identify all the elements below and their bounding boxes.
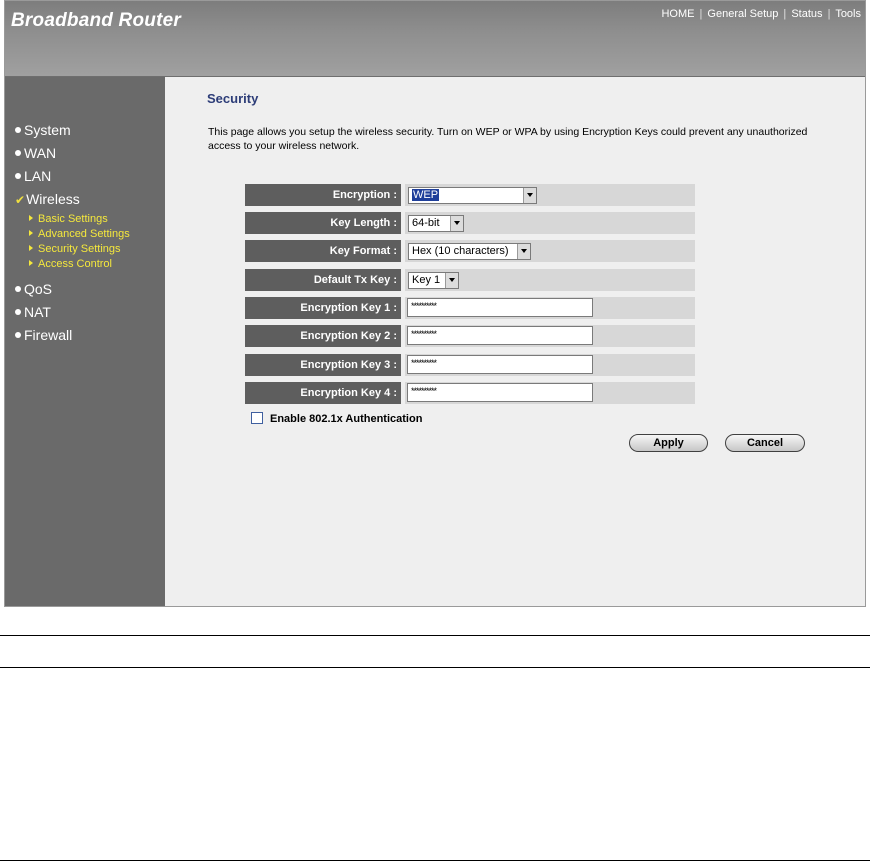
checkmark-icon: ✔ bbox=[15, 193, 26, 207]
sidebar: System WAN LAN ✔Wireless Basic Settings … bbox=[5, 77, 165, 606]
nav-tools-link[interactable]: Tools bbox=[835, 8, 861, 20]
bullet-icon bbox=[15, 173, 21, 180]
row-default-tx-key: Default Tx Key : Key 1 bbox=[245, 269, 695, 291]
brand-logo: Broadband Router bbox=[11, 10, 181, 31]
bullet-icon bbox=[15, 332, 21, 339]
auth-8021x-option: Enable 802.1x Authentication bbox=[251, 412, 423, 425]
chevron-down-icon bbox=[517, 244, 530, 259]
encryption-key-2-value-cell: ********** bbox=[405, 325, 695, 347]
sidebar-item-qos[interactable]: QoS bbox=[15, 281, 52, 297]
header-bar: Broadband Router HOME | General Setup | … bbox=[5, 1, 865, 77]
key-length-value-cell: 64-bit bbox=[405, 212, 695, 234]
default-tx-key-selected-value: Key 1 bbox=[412, 274, 441, 286]
default-tx-key-value-cell: Key 1 bbox=[405, 269, 695, 291]
encryption-key-1-value-cell: ********** bbox=[405, 297, 695, 319]
row-encryption-key-3: Encryption Key 3 : ********** bbox=[245, 354, 695, 376]
sidebar-item-label: System bbox=[24, 122, 71, 138]
encryption-label: Encryption : bbox=[245, 184, 401, 206]
bullet-icon bbox=[15, 150, 21, 157]
encryption-key-3-label: Encryption Key 3 : bbox=[245, 354, 401, 376]
sidebar-item-lan[interactable]: LAN bbox=[15, 168, 51, 184]
triangle-right-icon bbox=[29, 260, 33, 267]
encryption-value-cell: WEP bbox=[405, 184, 695, 206]
chevron-down-icon bbox=[523, 188, 536, 203]
page-description: This page allows you setup the wireless … bbox=[208, 126, 808, 152]
nav-separator: | bbox=[699, 8, 703, 20]
key-format-selected-value: Hex (10 characters) bbox=[412, 245, 509, 257]
nav-separator: | bbox=[827, 8, 831, 20]
sidebar-item-wireless[interactable]: ✔Wireless bbox=[15, 191, 80, 207]
encryption-key-4-value-cell: ********** bbox=[405, 382, 695, 404]
apply-button[interactable]: Apply bbox=[629, 434, 708, 452]
cancel-button[interactable]: Cancel bbox=[725, 434, 805, 452]
key-length-label: Key Length : bbox=[245, 212, 401, 234]
sidebar-item-label: Firewall bbox=[24, 327, 73, 343]
bullet-icon bbox=[15, 309, 21, 316]
encryption-key-2-input[interactable]: ********** bbox=[407, 326, 593, 345]
enable-8021x-label: Enable 802.1x Authentication bbox=[270, 413, 423, 425]
triangle-right-icon bbox=[29, 230, 33, 237]
key-format-select[interactable]: Hex (10 characters) bbox=[408, 243, 531, 260]
encryption-key-4-input[interactable]: ********** bbox=[407, 383, 593, 402]
sidebar-item-label: QoS bbox=[24, 281, 53, 297]
encryption-key-3-input[interactable]: ********** bbox=[407, 355, 593, 374]
row-encryption: Encryption : WEP bbox=[245, 184, 695, 206]
encryption-key-4-label: Encryption Key 4 : bbox=[245, 382, 401, 404]
sidebar-item-nat[interactable]: NAT bbox=[15, 304, 51, 320]
sidebar-item-label: WAN bbox=[24, 145, 57, 161]
enable-8021x-checkbox[interactable] bbox=[251, 412, 263, 425]
encryption-select[interactable]: WEP bbox=[408, 187, 537, 204]
row-key-length: Key Length : 64-bit bbox=[245, 212, 695, 234]
bullet-icon bbox=[15, 286, 21, 293]
row-encryption-key-2: Encryption Key 2 : ********** bbox=[245, 325, 695, 347]
key-format-label: Key Format : bbox=[245, 240, 401, 262]
divider-line bbox=[0, 667, 870, 668]
divider-line bbox=[0, 635, 870, 636]
subitem-security-settings[interactable]: Security Settings bbox=[29, 243, 121, 255]
sidebar-item-firewall[interactable]: Firewall bbox=[15, 327, 72, 343]
page-title: Security bbox=[207, 91, 259, 106]
row-key-format: Key Format : Hex (10 characters) bbox=[245, 240, 695, 262]
encryption-selected-value: WEP bbox=[412, 189, 440, 201]
sidebar-item-label: Wireless bbox=[26, 191, 80, 207]
sidebar-item-system[interactable]: System bbox=[15, 122, 71, 138]
top-nav: HOME | General Setup | Status | Tools bbox=[661, 8, 861, 20]
sidebar-item-wan[interactable]: WAN bbox=[15, 145, 56, 161]
main-content: Security This page allows you setup the … bbox=[165, 77, 865, 606]
subitem-label: Security Settings bbox=[38, 243, 121, 255]
default-tx-key-select[interactable]: Key 1 bbox=[408, 272, 459, 289]
key-length-select[interactable]: 64-bit bbox=[408, 215, 464, 232]
chevron-down-icon bbox=[445, 273, 458, 288]
default-tx-key-label: Default Tx Key : bbox=[245, 269, 401, 291]
chevron-down-icon bbox=[450, 216, 463, 231]
nav-general-setup-link[interactable]: General Setup bbox=[707, 8, 778, 20]
encryption-key-1-label: Encryption Key 1 : bbox=[245, 297, 401, 319]
encryption-key-2-label: Encryption Key 2 : bbox=[245, 325, 401, 347]
key-length-selected-value: 64-bit bbox=[412, 217, 440, 229]
nav-home-link[interactable]: HOME bbox=[661, 8, 694, 20]
encryption-key-3-value-cell: ********** bbox=[405, 354, 695, 376]
row-encryption-key-4: Encryption Key 4 : ********** bbox=[245, 382, 695, 404]
triangle-right-icon bbox=[29, 215, 33, 222]
sidebar-item-label: LAN bbox=[24, 168, 52, 184]
nav-status-link[interactable]: Status bbox=[791, 8, 822, 20]
router-window: Broadband Router HOME | General Setup | … bbox=[4, 0, 866, 607]
key-format-value-cell: Hex (10 characters) bbox=[405, 240, 695, 262]
encryption-key-1-input[interactable]: ********** bbox=[407, 298, 593, 317]
subitem-basic-settings[interactable]: Basic Settings bbox=[29, 213, 108, 225]
subitem-advanced-settings[interactable]: Advanced Settings bbox=[29, 228, 130, 240]
row-encryption-key-1: Encryption Key 1 : ********** bbox=[245, 297, 695, 319]
sidebar-item-label: NAT bbox=[24, 304, 51, 320]
subitem-label: Access Control bbox=[38, 258, 112, 270]
bullet-icon bbox=[15, 127, 21, 134]
subitem-label: Basic Settings bbox=[38, 213, 108, 225]
subitem-access-control[interactable]: Access Control bbox=[29, 258, 112, 270]
nav-separator: | bbox=[783, 8, 787, 20]
subitem-label: Advanced Settings bbox=[38, 228, 130, 240]
triangle-right-icon bbox=[29, 245, 33, 252]
